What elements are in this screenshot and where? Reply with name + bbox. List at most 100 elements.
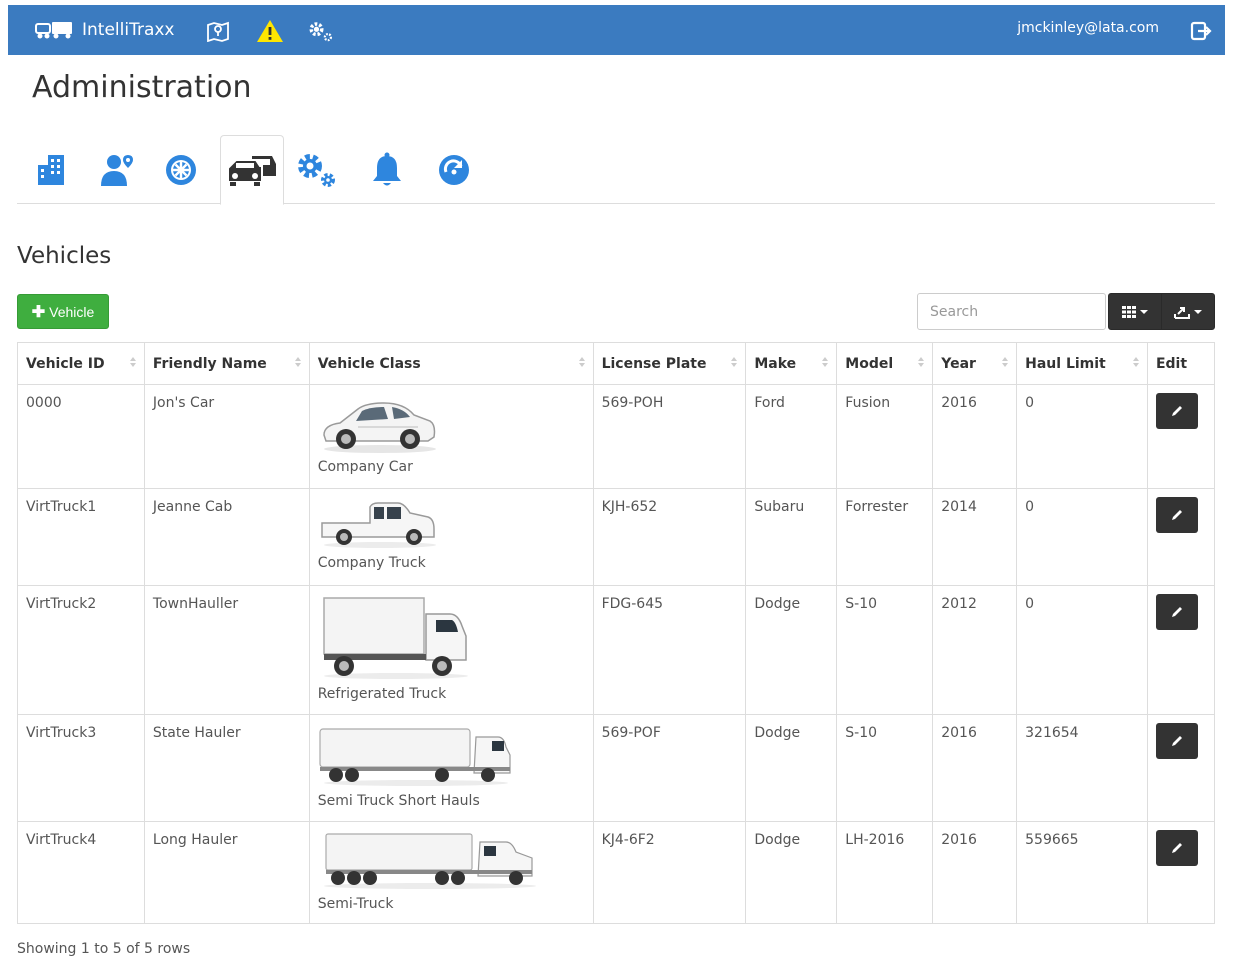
- cell-license-plate: 569-POF: [592, 714, 747, 822]
- cell-edit: [1146, 585, 1216, 715]
- cell-haul-limit: 0: [1016, 488, 1148, 586]
- table-row: VirtTruck4 Long Hauler Semi-Truck KJ4-6F…: [17, 821, 1216, 924]
- cell-license-plate: 569-POH: [592, 384, 747, 489]
- table-row: VirtTruck1 Jeanne Cab Company Truck KJH-…: [17, 488, 1216, 586]
- user-email[interactable]: jmckinley@lata.com: [1017, 20, 1159, 36]
- table-header-row: Vehicle ID Friendly Name Vehicle Class L…: [17, 342, 1216, 385]
- tab-notifications[interactable]: [355, 135, 419, 204]
- tab-wheels[interactable]: [149, 135, 213, 204]
- vehicles-icon: [227, 156, 276, 186]
- export-button[interactable]: [1161, 293, 1215, 330]
- chevron-down-icon: [1140, 309, 1148, 314]
- cell-vehicle-id: VirtTruck1: [17, 488, 145, 586]
- cell-vehicle-class: Semi Truck Short Hauls: [308, 714, 594, 822]
- refrigerated-truck-image: [322, 597, 468, 679]
- cell-vehicle-class: Company Car: [308, 384, 594, 489]
- cell-make: Dodge: [745, 714, 838, 822]
- section-title: Vehicles: [17, 243, 112, 269]
- cell-haul-limit: 321654: [1016, 714, 1148, 822]
- export-icon: [1174, 306, 1190, 319]
- grid-icon: [1122, 305, 1136, 318]
- vehicle-class-label: Company Car: [317, 459, 413, 475]
- column-header-haul-limit[interactable]: Haul Limit: [1016, 342, 1148, 385]
- plus-icon: ✚: [31, 303, 46, 321]
- column-header-vehicle-class[interactable]: Vehicle Class: [308, 342, 594, 385]
- column-header-make[interactable]: Make: [745, 342, 838, 385]
- semi-truck-image: [323, 833, 536, 889]
- cell-year: 2016: [932, 384, 1018, 489]
- column-header-license-plate[interactable]: License Plate: [592, 342, 747, 385]
- edit-button[interactable]: [1155, 393, 1198, 429]
- edit-button[interactable]: [1155, 497, 1198, 533]
- sort-icon: [578, 357, 585, 367]
- cell-license-plate: FDG-645: [592, 585, 747, 715]
- cell-friendly-name: TownHauller: [143, 585, 310, 715]
- column-header-vehicle-id[interactable]: Vehicle ID: [17, 342, 145, 385]
- cell-license-plate: KJH-652: [592, 488, 747, 586]
- add-vehicle-label: Vehicle: [49, 303, 95, 320]
- search-input[interactable]: [917, 293, 1106, 330]
- cell-haul-limit: 0: [1016, 585, 1148, 715]
- sort-icon: [731, 357, 738, 367]
- brand-name: IntelliTraxx: [82, 20, 175, 40]
- pencil-icon: [1171, 607, 1182, 617]
- company-truck-image: [320, 502, 436, 548]
- cell-friendly-name: Long Hauler: [143, 821, 310, 924]
- column-header-model[interactable]: Model: [836, 342, 934, 385]
- user-location-icon: [101, 154, 133, 186]
- cell-vehicle-class: Semi-Truck: [308, 821, 594, 924]
- cell-year: 2012: [932, 585, 1018, 715]
- warning-icon[interactable]: [256, 17, 284, 45]
- pencil-icon: [1171, 736, 1182, 746]
- tab-vehicles[interactable]: [220, 135, 284, 205]
- table-row: VirtTruck2 TownHauller Refrigerated Truc…: [17, 585, 1216, 715]
- pencil-icon: [1171, 843, 1182, 853]
- tab-settings[interactable]: [284, 135, 348, 204]
- cell-edit: [1146, 384, 1216, 489]
- cell-make: Subaru: [745, 488, 838, 586]
- cell-model: Fusion: [836, 384, 934, 489]
- cell-vehicle-id: VirtTruck3: [17, 714, 145, 822]
- columns-toggle-button[interactable]: [1108, 293, 1162, 330]
- cell-model: Forrester: [836, 488, 934, 586]
- vehicle-class-label: Company Truck: [317, 555, 426, 571]
- cell-haul-limit: 0: [1016, 384, 1148, 489]
- tab-buildings[interactable]: [21, 135, 85, 204]
- edit-button[interactable]: [1155, 594, 1198, 630]
- tab-users[interactable]: [85, 135, 149, 204]
- sort-icon: [129, 357, 136, 367]
- vehicles-table: Vehicle ID Friendly Name Vehicle Class L…: [17, 342, 1216, 924]
- cell-year: 2016: [932, 714, 1018, 822]
- vehicle-class-label: Refrigerated Truck: [317, 686, 447, 702]
- cell-model: LH-2016: [836, 821, 934, 924]
- edit-button[interactable]: [1155, 830, 1198, 866]
- admin-tabs: [17, 135, 1215, 205]
- map-icon[interactable]: [204, 17, 232, 45]
- brand-link[interactable]: IntelliTraxx: [34, 17, 175, 43]
- vehicle-class-label: Semi Truck Short Hauls: [317, 793, 480, 809]
- cell-model: S-10: [836, 585, 934, 715]
- cell-edit: [1146, 488, 1216, 586]
- cell-haul-limit: 559665: [1016, 821, 1148, 924]
- column-header-friendly-name[interactable]: Friendly Name: [143, 342, 310, 385]
- pencil-icon: [1171, 406, 1182, 416]
- table-row: VirtTruck3 State Hauler Semi Truck Short…: [17, 714, 1216, 822]
- pencil-icon: [1171, 510, 1182, 520]
- edit-button[interactable]: [1155, 723, 1198, 759]
- cell-vehicle-class: Company Truck: [308, 488, 594, 586]
- column-header-year[interactable]: Year: [932, 342, 1018, 385]
- buildings-icon: [38, 154, 64, 185]
- tab-sync[interactable]: [422, 135, 486, 204]
- cell-edit: [1146, 714, 1216, 822]
- semi-truck-short-hauls-image: [319, 728, 511, 786]
- add-vehicle-button[interactable]: ✚ Vehicle: [17, 294, 109, 329]
- wheel-icon: [166, 154, 196, 185]
- company-car-image: [322, 402, 436, 453]
- logout-icon[interactable]: [1189, 19, 1213, 43]
- cell-year: 2016: [932, 821, 1018, 924]
- gears-icon: [298, 153, 335, 187]
- settings-gears-icon[interactable]: [306, 17, 334, 45]
- sort-icon: [822, 357, 829, 367]
- cell-vehicle-id: VirtTruck4: [17, 821, 145, 924]
- cell-friendly-name: State Hauler: [143, 714, 310, 822]
